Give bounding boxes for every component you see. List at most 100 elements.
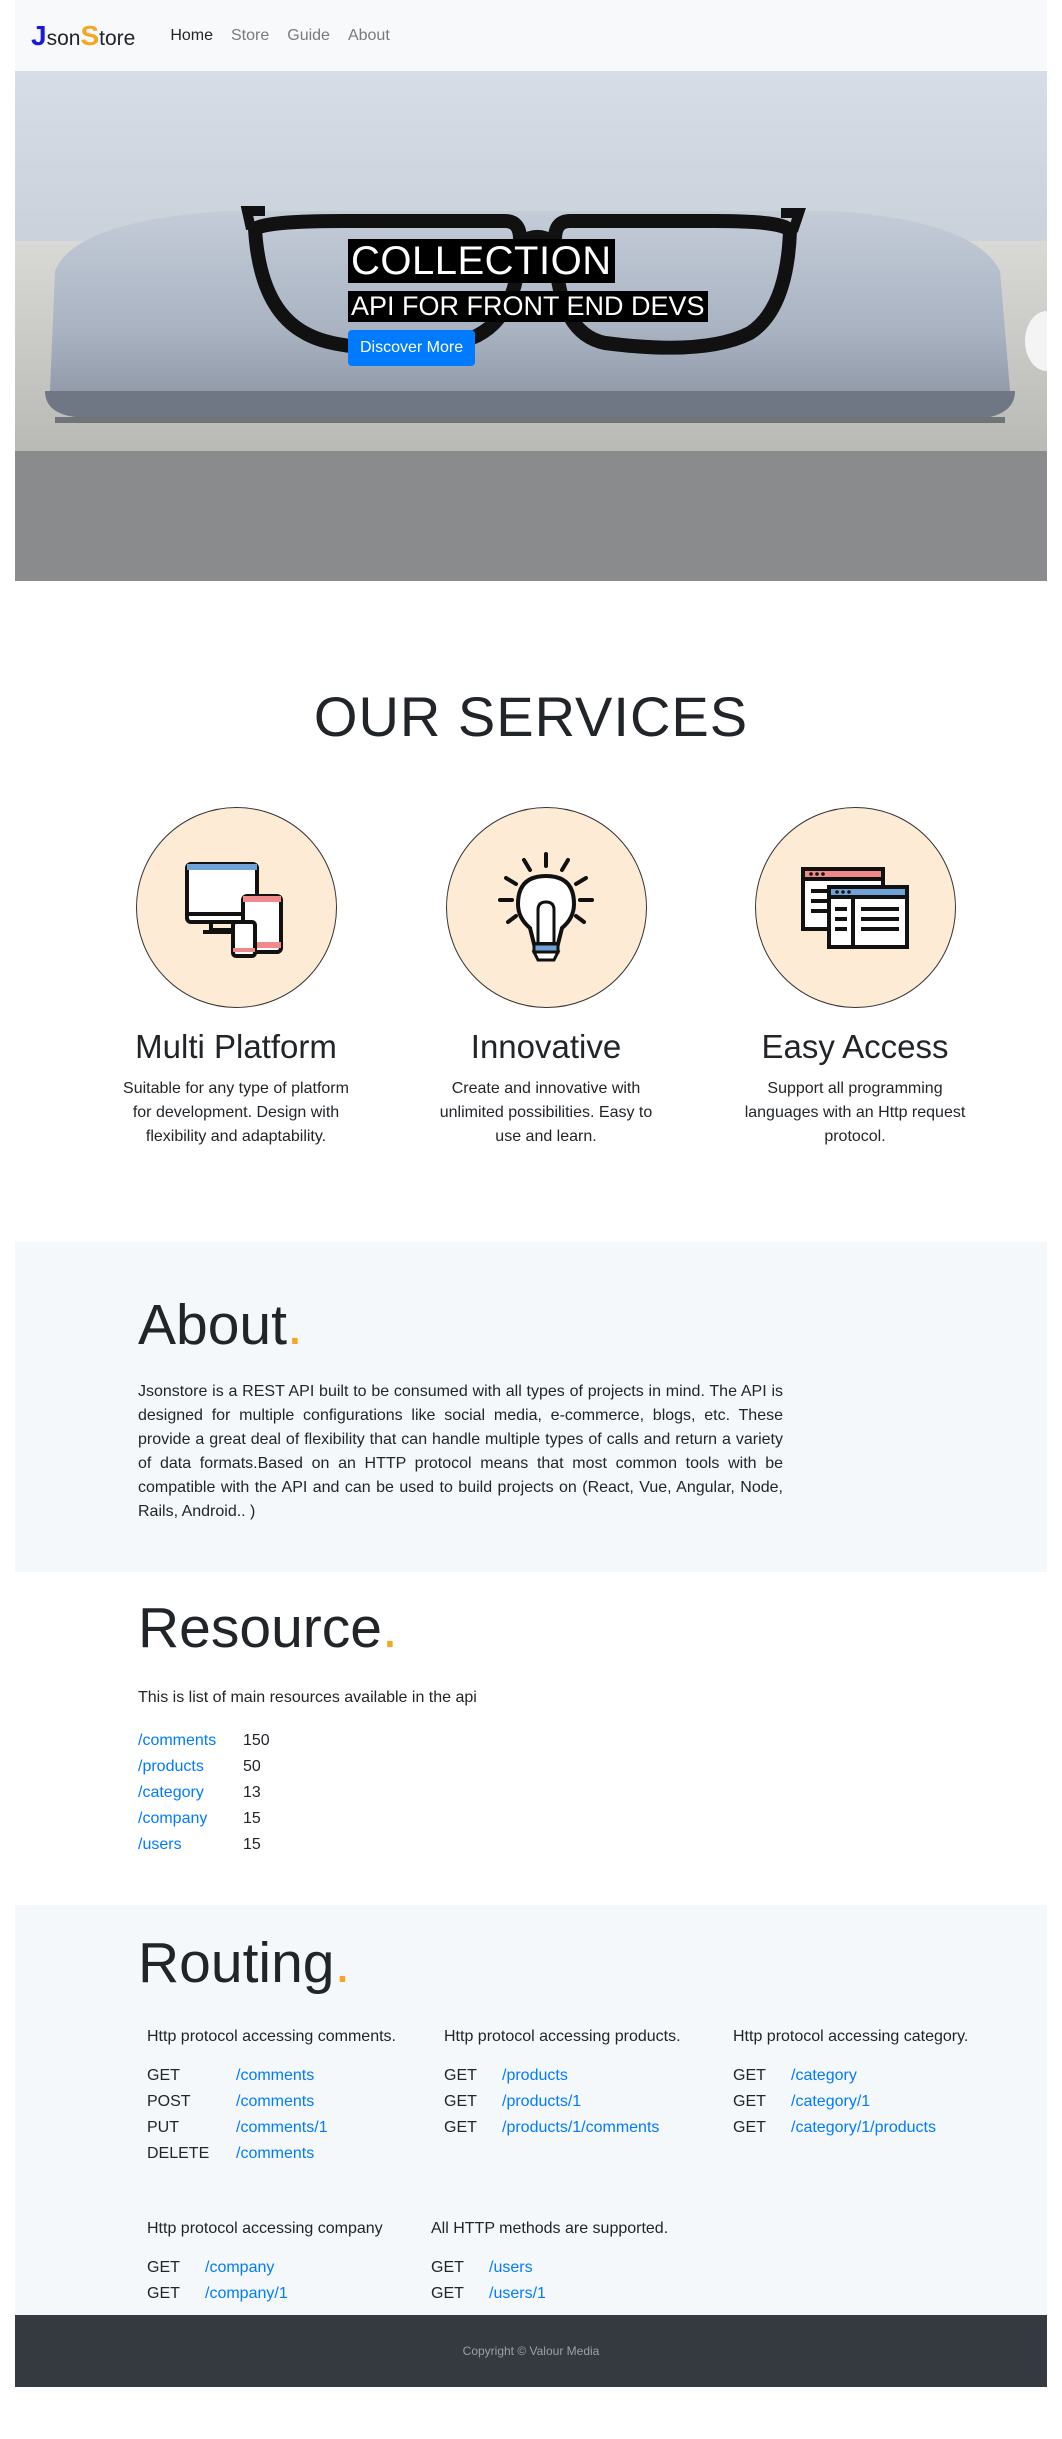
resource-row: /users 15 bbox=[138, 1832, 270, 1858]
route-link[interactable]: /comments bbox=[236, 2145, 314, 2163]
route-row: GET/users/1 bbox=[431, 2281, 668, 2307]
route-link[interactable]: /products/1 bbox=[502, 2093, 581, 2111]
route-method: GET bbox=[444, 2067, 477, 2084]
service-title: Innovative bbox=[470, 1028, 622, 1065]
route-link[interactable]: /products bbox=[502, 2067, 568, 2085]
hero-subtitle: API FOR FRONT END DEVS bbox=[348, 291, 708, 322]
service-card-easy-access: Easy Access Support all programming lang… bbox=[730, 807, 980, 1149]
resource-title-text: Resource bbox=[138, 1596, 382, 1660]
service-title: Multi Platform bbox=[135, 1028, 337, 1065]
service-card-innovative: Innovative Create and innovative with un… bbox=[421, 807, 671, 1149]
route-link[interactable]: /company/1 bbox=[205, 2285, 288, 2303]
service-description: Support all programming languages with a… bbox=[744, 1080, 966, 1145]
route-group-company: Http protocol accessing company GET/comp… bbox=[147, 2220, 383, 2307]
navbar: Json Store Home Store Guide About bbox=[15, 0, 1047, 71]
route-group-heading: Http protocol accessing category. bbox=[733, 2028, 969, 2045]
route-row: GET/comments bbox=[147, 2063, 396, 2089]
route-link[interactable]: /company bbox=[205, 2259, 274, 2277]
resource-row: /products 50 bbox=[138, 1754, 270, 1780]
brand-letter-s: S bbox=[80, 19, 100, 51]
route-group-users: All HTTP methods are supported. GET/user… bbox=[431, 2220, 668, 2307]
brand-logo[interactable]: Json Store bbox=[31, 20, 135, 52]
route-link[interactable]: /comments bbox=[236, 2067, 314, 2085]
page: Json Store Home Store Guide About COLLEC… bbox=[15, 0, 1047, 2439]
route-row: GET/users bbox=[431, 2255, 668, 2281]
route-row: GET/category/1 bbox=[733, 2089, 968, 2115]
route-row: GET/company/1 bbox=[147, 2281, 383, 2307]
resource-link-company[interactable]: /company bbox=[138, 1810, 243, 1828]
route-link[interactable]: /category bbox=[791, 2067, 857, 2085]
services-title: OUR SERVICES bbox=[313, 685, 749, 748]
route-link[interactable]: /comments bbox=[236, 2093, 314, 2111]
route-row: GET/products/1/comments bbox=[444, 2115, 681, 2141]
route-method: POST bbox=[147, 2093, 191, 2110]
resource-link-users[interactable]: /users bbox=[138, 1836, 243, 1854]
route-method: GET bbox=[733, 2093, 766, 2110]
route-group-heading: Http protocol accessing comments. bbox=[147, 2028, 396, 2045]
resource-count: 50 bbox=[243, 1758, 261, 1775]
brand-letter-j: J bbox=[31, 19, 47, 51]
about-section: About. Jsonstore is a REST API built to … bbox=[15, 1242, 1047, 1572]
route-group-comments: Http protocol accessing comments. GET/co… bbox=[147, 2028, 396, 2167]
hero-banner: COLLECTION API FOR FRONT END DEVS Discov… bbox=[15, 71, 1047, 581]
route-method: GET bbox=[431, 2285, 464, 2302]
brand-text-tore: tore bbox=[99, 26, 136, 50]
resource-link-products[interactable]: /products bbox=[138, 1758, 243, 1776]
route-method: GET bbox=[431, 2259, 464, 2276]
route-group-heading: All HTTP methods are supported. bbox=[431, 2220, 669, 2237]
hero-title: COLLECTION bbox=[348, 239, 615, 283]
route-link[interactable]: /category/1 bbox=[791, 2093, 870, 2111]
route-row: POST/comments bbox=[147, 2089, 396, 2115]
routing-section: Routing. Http protocol accessing comment… bbox=[15, 1905, 1047, 2315]
service-description: Suitable for any type of platform for de… bbox=[123, 1080, 349, 1145]
route-group-heading: Http protocol accessing products. bbox=[444, 2028, 681, 2045]
route-group-heading: Http protocol accessing company bbox=[147, 2220, 383, 2237]
resource-link-comments[interactable]: /comments bbox=[138, 1732, 243, 1750]
title-dot: . bbox=[381, 1596, 398, 1660]
browser-windows-icon bbox=[801, 866, 909, 949]
resource-list: /comments 150 /products 50 /category 13 /co… bbox=[138, 1728, 270, 1858]
route-link[interactable]: /users/1 bbox=[489, 2285, 546, 2303]
resource-count: 15 bbox=[243, 1810, 261, 1827]
nav-guide[interactable]: Guide bbox=[278, 19, 339, 53]
resource-intro: This is list of main resources available… bbox=[138, 1689, 477, 1706]
title-dot: . bbox=[286, 1293, 303, 1357]
nav-links: Home Store Guide About bbox=[161, 19, 398, 53]
service-icon-circle bbox=[754, 807, 956, 1008]
route-link[interactable]: /users bbox=[489, 2259, 533, 2277]
nav-home[interactable]: Home bbox=[161, 19, 222, 53]
title-dot: . bbox=[334, 1931, 351, 1995]
route-link[interactable]: /products/1/comments bbox=[502, 2119, 659, 2137]
lightbulb-icon bbox=[498, 851, 594, 961]
resource-link-category[interactable]: /category bbox=[138, 1784, 243, 1802]
service-description: Create and innovative with unlimited pos… bbox=[439, 1080, 653, 1145]
route-group-products: Http protocol accessing products. GET/pr… bbox=[444, 2028, 681, 2141]
resource-row: /category 13 bbox=[138, 1780, 270, 1806]
service-card-multi-platform: Multi Platform Suitable for any type of … bbox=[111, 807, 361, 1149]
route-method: GET bbox=[147, 2285, 180, 2302]
resource-count: 15 bbox=[243, 1836, 261, 1853]
footer: Copyright © Valour Media bbox=[15, 2315, 1047, 2387]
resource-row: /company 15 bbox=[138, 1806, 270, 1832]
route-row: GET/products bbox=[444, 2063, 681, 2089]
nav-store[interactable]: Store bbox=[222, 19, 278, 53]
route-row: GET/products/1 bbox=[444, 2089, 681, 2115]
route-row: GET/category/1/products bbox=[733, 2115, 968, 2141]
route-group-category: Http protocol accessing category. GET/ca… bbox=[733, 2028, 968, 2141]
discover-more-button[interactable]: Discover More bbox=[348, 330, 476, 366]
resource-row: /comments 150 bbox=[138, 1728, 270, 1754]
about-title-text: About bbox=[138, 1293, 287, 1357]
route-link[interactable]: /comments/1 bbox=[236, 2119, 328, 2137]
about-title: About. bbox=[138, 1292, 303, 1358]
route-row: GET/category bbox=[733, 2063, 968, 2089]
nav-about[interactable]: About bbox=[339, 19, 399, 53]
route-method: DELETE bbox=[147, 2145, 210, 2162]
route-row: PUT/comments/1 bbox=[147, 2115, 396, 2141]
route-method: GET bbox=[733, 2067, 766, 2084]
devices-icon bbox=[185, 861, 283, 958]
route-method: GET bbox=[733, 2119, 766, 2136]
route-link[interactable]: /category/1/products bbox=[791, 2119, 936, 2137]
resource-count: 150 bbox=[243, 1732, 270, 1749]
route-method: GET bbox=[147, 2259, 180, 2276]
route-method: PUT bbox=[147, 2119, 179, 2136]
